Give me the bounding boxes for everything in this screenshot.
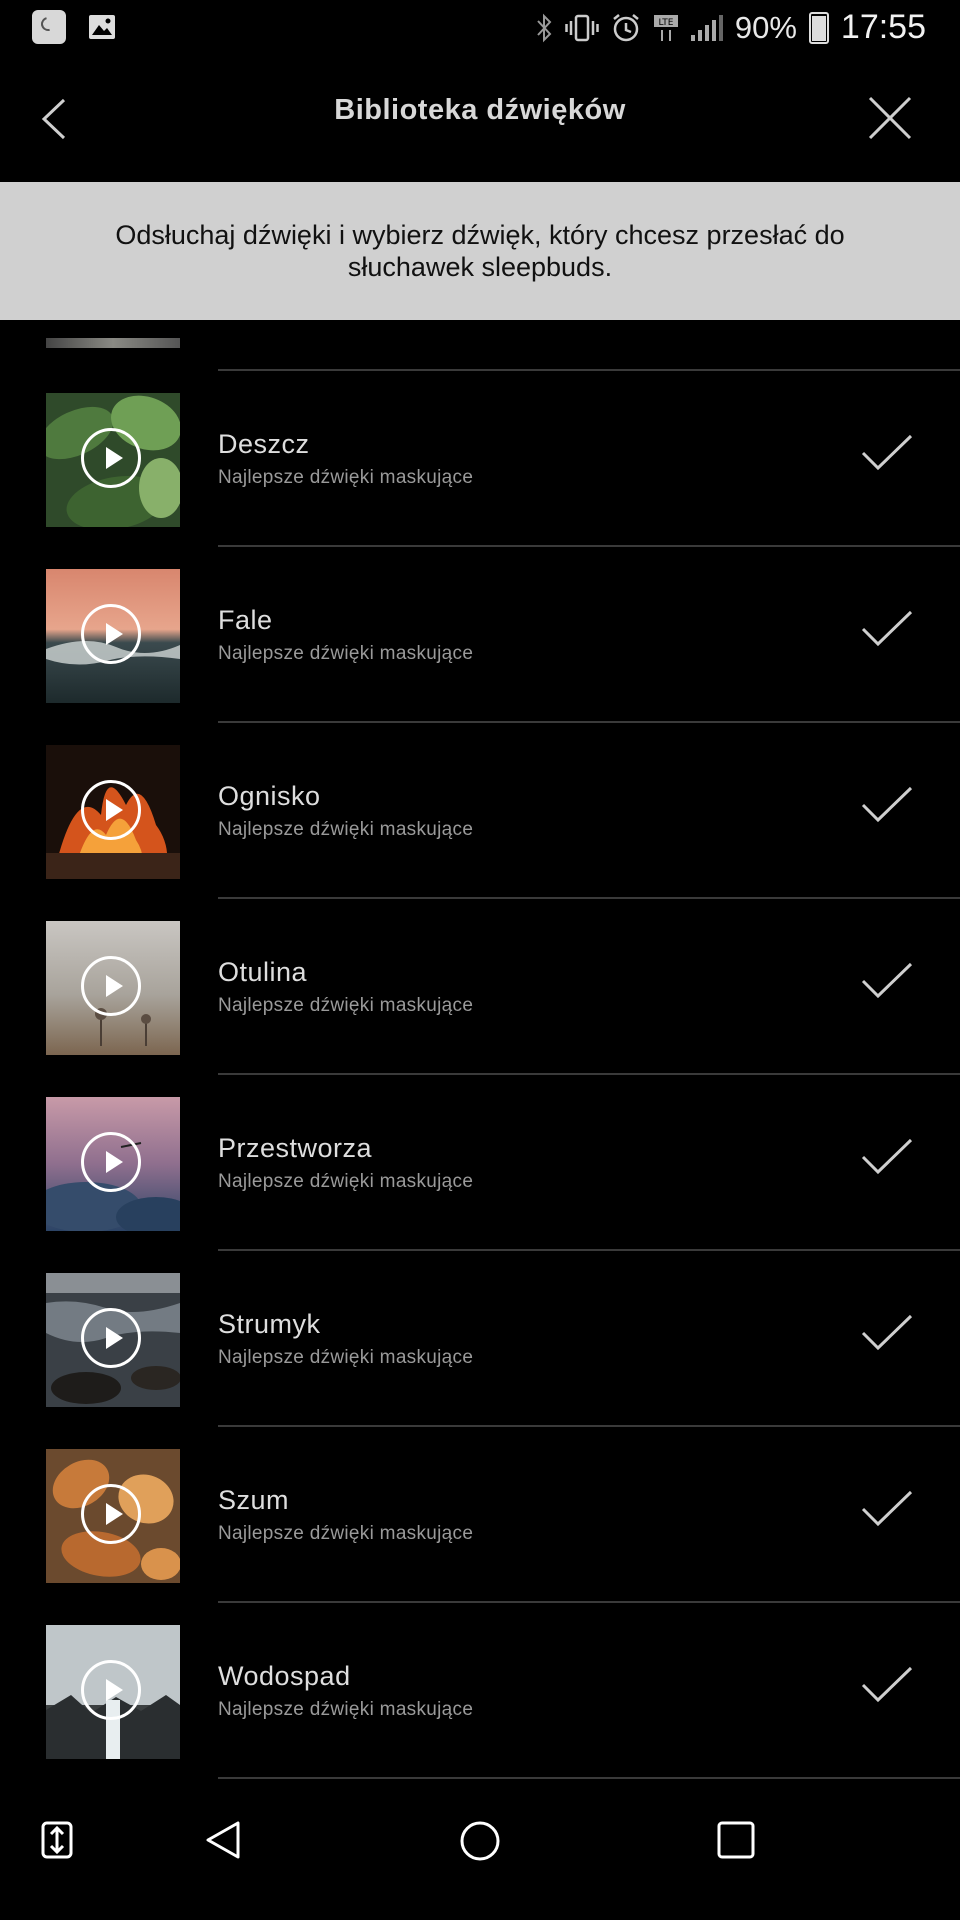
alarm-icon xyxy=(613,13,639,41)
sound-name: Strumyk xyxy=(218,1309,321,1339)
checkmark-icon[interactable] xyxy=(860,607,914,651)
play-icon[interactable] xyxy=(81,1308,141,1368)
sound-name: Przestworza xyxy=(218,1133,373,1163)
thumbnail-image xyxy=(46,1625,180,1759)
sound-item-fale[interactable]: Fale Najlepsze dźwięki maskujące xyxy=(0,547,960,723)
sound-subtitle: Najlepsze dźwięki maskujące xyxy=(218,1171,474,1192)
info-banner: Odsłuchaj dźwięki i wybierz dźwięk, któr… xyxy=(0,182,960,320)
sound-item-szum[interactable]: Szum Najlepsze dźwięki maskujące xyxy=(0,1427,960,1603)
checkmark-icon[interactable] xyxy=(860,783,914,827)
battery-icon xyxy=(808,11,829,44)
checkmark-icon[interactable] xyxy=(860,1487,914,1531)
sound-name: Deszcz xyxy=(218,429,310,459)
battery-percentage: 90% xyxy=(734,9,797,45)
svg-text:LTE: LTE xyxy=(658,18,673,28)
sound-name: Szum xyxy=(218,1485,290,1515)
sound-item-wodospad[interactable]: Wodospad Najlepsze dźwięki maskujące xyxy=(0,1603,960,1779)
sound-subtitle: Najlepsze dźwięki maskujące xyxy=(218,643,474,664)
home-circle-icon[interactable] xyxy=(459,1820,501,1862)
app-header: Biblioteka dźwięków xyxy=(0,56,960,182)
thumbnail-image xyxy=(46,921,180,1055)
checkmark-icon[interactable] xyxy=(860,1135,914,1179)
thumbnail-image xyxy=(46,1273,180,1407)
play-icon[interactable] xyxy=(81,780,141,840)
vibrate-icon xyxy=(565,14,599,41)
sound-subtitle: Najlepsze dźwięki maskujące xyxy=(218,819,474,840)
lte-icon: LTE xyxy=(653,14,678,41)
recents-square-icon[interactable] xyxy=(716,1820,756,1860)
list-item-partial xyxy=(0,320,960,370)
thumbnail-image xyxy=(46,393,180,527)
sound-item-strumyk[interactable]: Strumyk Najlepsze dźwięki maskujące xyxy=(0,1251,960,1427)
sound-item-deszcz[interactable]: Deszcz Najlepsze dźwięki maskujące xyxy=(0,371,960,547)
sound-name: Wodospad xyxy=(218,1661,351,1691)
bluetooth-icon xyxy=(537,13,552,42)
sound-name: Ognisko xyxy=(218,781,321,811)
divider xyxy=(218,1777,960,1779)
status-bar: LTE 90% 17:55 xyxy=(0,0,960,56)
thumbnail-image xyxy=(46,569,180,703)
play-icon[interactable] xyxy=(81,428,141,488)
clock: 17:55 xyxy=(840,8,926,46)
checkmark-icon[interactable] xyxy=(860,1311,914,1355)
play-icon[interactable] xyxy=(81,604,141,664)
sound-item-otulina[interactable]: Otulina Najlepsze dźwięki maskujące xyxy=(0,899,960,1075)
sound-subtitle: Najlepsze dźwięki maskujące xyxy=(218,1347,474,1368)
play-icon[interactable] xyxy=(81,956,141,1016)
play-icon[interactable] xyxy=(81,1484,141,1544)
close-icon[interactable] xyxy=(866,94,914,142)
sound-item-przestworza[interactable]: Przestworza Najlepsze dźwięki maskujące xyxy=(0,1075,960,1251)
signal-icon xyxy=(690,14,723,41)
system-nav-bar xyxy=(0,1780,960,1920)
sound-subtitle: Najlepsze dźwięki maskujące xyxy=(218,1699,474,1720)
play-icon[interactable] xyxy=(81,1132,141,1192)
page-title: Biblioteka dźwięków xyxy=(334,94,626,126)
sound-subtitle: Najlepsze dźwięki maskujące xyxy=(218,1523,474,1544)
checkmark-icon[interactable] xyxy=(860,431,914,475)
gallery-icon xyxy=(89,15,115,39)
sound-list[interactable]: Deszcz Najlepsze dźwięki maskujące Fale … xyxy=(0,320,960,1780)
info-banner-text: Odsłuchaj dźwięki i wybierz dźwięk, któr… xyxy=(115,220,845,282)
checkmark-icon[interactable] xyxy=(860,959,914,1003)
swap-icon[interactable] xyxy=(40,1820,74,1860)
thumbnail-image xyxy=(46,745,180,879)
thumbnail-image xyxy=(46,338,180,348)
checkmark-icon[interactable] xyxy=(860,1663,914,1707)
thumbnail-image xyxy=(46,1097,180,1231)
back-triangle-icon[interactable] xyxy=(204,1820,244,1860)
sound-item-ognisko[interactable]: Ognisko Najlepsze dźwięki maskujące xyxy=(0,723,960,899)
sound-subtitle: Najlepsze dźwięki maskujące xyxy=(218,995,474,1016)
sleep-notification-icon xyxy=(32,10,66,44)
sound-subtitle: Najlepsze dźwięki maskujące xyxy=(218,467,474,488)
thumbnail-image xyxy=(46,1449,180,1583)
sound-name: Otulina xyxy=(218,957,308,987)
sound-name: Fale xyxy=(218,605,273,635)
play-icon[interactable] xyxy=(81,1660,141,1720)
